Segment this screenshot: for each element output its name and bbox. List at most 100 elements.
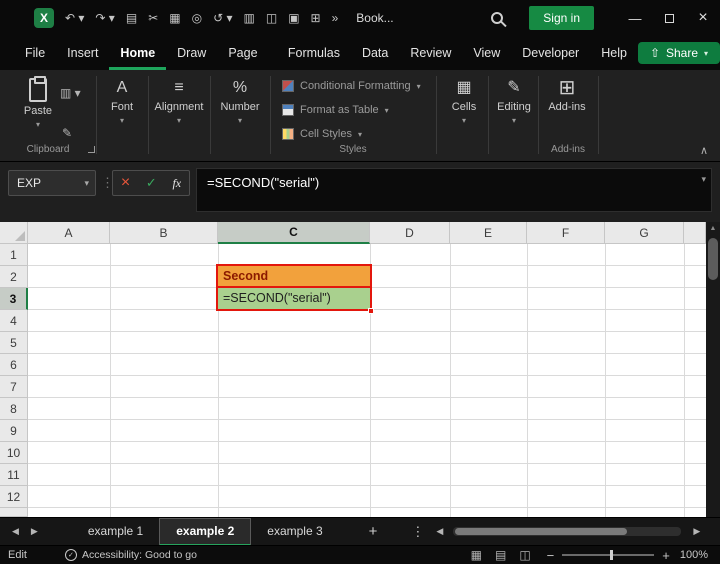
insert-function-button[interactable]: fx — [172, 176, 181, 191]
dialog-launcher-icon[interactable] — [88, 146, 95, 153]
row-header-9[interactable]: 9 — [0, 420, 28, 442]
row-header-6[interactable]: 6 — [0, 354, 28, 376]
format-as-table-button[interactable]: Format as Table ▾ — [282, 104, 389, 116]
tab-view[interactable]: View — [462, 36, 511, 70]
tab-data[interactable]: Data — [351, 36, 399, 70]
add-ins-button[interactable]: ⊞ Add-ins — [540, 78, 594, 113]
new-sheet-button[interactable]: + — [369, 523, 378, 540]
zoom-slider[interactable] — [562, 550, 655, 560]
enter-button[interactable]: ✓ — [146, 175, 157, 191]
conditional-formatting-icon — [282, 80, 294, 92]
horizontal-scrollbar-thumb[interactable] — [455, 528, 628, 535]
zoom-in-button[interactable]: + — [662, 548, 670, 563]
scroll-up-icon[interactable]: ▲ — [706, 225, 720, 232]
row-header-2[interactable]: 2 — [0, 266, 28, 288]
number-group-button[interactable]: % Number ▾ — [213, 78, 267, 125]
add-ins-label: Add-ins — [548, 101, 586, 113]
gridline — [605, 244, 606, 517]
row-header-11[interactable]: 11 — [0, 464, 28, 486]
page-break-view-icon[interactable]: ◫ — [519, 548, 530, 562]
chevron-down-icon: ▾ — [357, 129, 362, 139]
collapse-ribbon-button[interactable]: ∧ — [700, 144, 708, 157]
column-header-e[interactable]: E — [450, 222, 527, 244]
tab-review[interactable]: Review — [399, 36, 462, 70]
camera-icon[interactable]: ▣ — [288, 11, 299, 25]
hscroll-left-icon[interactable]: ◀ — [436, 526, 443, 537]
normal-view-icon[interactable]: ▦ — [471, 548, 482, 562]
history-icon[interactable]: ↺ ▾ — [213, 11, 232, 25]
format-painter-icon[interactable]: ✎ — [62, 126, 72, 140]
tab-page-layout[interactable]: Page Layout — [217, 36, 277, 94]
tab-insert[interactable]: Insert — [56, 36, 109, 70]
document-icon[interactable]: ▥ — [244, 11, 255, 25]
hscroll-right-icon[interactable]: ▶ — [693, 526, 700, 537]
paste-options-icon[interactable]: ▥ ▾ — [60, 86, 81, 100]
chart-icon[interactable]: ▦ — [169, 11, 180, 25]
horizontal-scrollbar[interactable] — [453, 527, 682, 536]
sheet-nav-left-icon[interactable]: ◀ — [12, 526, 19, 537]
minimize-button[interactable]: — — [618, 11, 652, 26]
font-group-button[interactable]: A Font ▾ — [95, 78, 149, 125]
cell-c3[interactable]: =SECOND("serial") — [218, 288, 370, 310]
sign-in-button[interactable]: Sign in — [529, 6, 594, 30]
table-icon[interactable]: ⊞ — [311, 11, 321, 25]
formula-input[interactable]: =SECOND("serial") — [196, 168, 712, 212]
alignment-group-button[interactable]: ≡ Alignment ▾ — [152, 78, 206, 125]
printer-icon[interactable]: ◫ — [266, 11, 277, 25]
column-header-b[interactable]: B — [110, 222, 218, 244]
more-commands-icon[interactable]: » — [332, 11, 339, 25]
tab-help[interactable]: Help — [590, 36, 638, 70]
sheet-nav-right-icon[interactable]: ▶ — [31, 526, 38, 537]
maximize-button[interactable] — [652, 11, 686, 26]
sheet-tab-example-1[interactable]: example 1 — [72, 518, 159, 546]
cells-group-button[interactable]: ▦ Cells ▾ — [437, 78, 491, 125]
select-all-button[interactable] — [0, 222, 28, 244]
vertical-scrollbar-thumb[interactable] — [708, 238, 718, 280]
vertical-scrollbar[interactable]: ▲ — [706, 222, 720, 517]
zoom-slider-thumb[interactable] — [610, 550, 614, 560]
row-header-10[interactable]: 10 — [0, 442, 28, 464]
fill-handle[interactable] — [368, 308, 374, 314]
column-header-g[interactable]: G — [605, 222, 684, 244]
row-header-3[interactable]: 3 — [0, 288, 28, 310]
row-header-7[interactable]: 7 — [0, 376, 28, 398]
row-header-partial — [0, 508, 28, 517]
column-header-f[interactable]: F — [527, 222, 605, 244]
page-layout-view-icon[interactable]: ▤ — [495, 548, 506, 562]
column-header-a[interactable]: A — [28, 222, 110, 244]
cut-icon[interactable]: ✂ — [148, 11, 158, 25]
column-header-c[interactable]: C — [218, 222, 370, 244]
tab-file[interactable]: File — [14, 36, 56, 70]
sheet-options-button[interactable]: ⋮ — [411, 524, 424, 540]
tab-developer[interactable]: Developer — [511, 36, 590, 70]
sheet-tab-example-2[interactable]: example 2 — [159, 517, 252, 546]
notebook-icon[interactable]: ▤ — [126, 11, 137, 25]
editing-group-button[interactable]: ✎ Editing ▾ — [487, 78, 541, 125]
row-header-1[interactable]: 1 — [0, 244, 28, 266]
accessibility-status[interactable]: Accessibility: Good to go — [82, 549, 197, 561]
redo-icon[interactable]: ↷ ▾ — [95, 11, 114, 25]
tab-draw[interactable]: Draw — [166, 36, 217, 70]
share-button[interactable]: ⇧ Share ▾ — [637, 42, 720, 64]
cancel-button[interactable]: × — [121, 175, 130, 191]
search-icon[interactable] — [491, 12, 504, 24]
close-button[interactable]: × — [686, 9, 720, 27]
cell-styles-button[interactable]: Cell Styles ▾ — [282, 128, 362, 140]
sheet-tab-example-3[interactable]: example 3 — [251, 518, 338, 546]
row-header-4[interactable]: 4 — [0, 310, 28, 332]
paste-button[interactable]: Paste ▾ — [16, 76, 60, 129]
conditional-formatting-button[interactable]: Conditional Formatting ▾ — [282, 80, 421, 92]
paint-icon[interactable]: ◎ — [192, 11, 202, 25]
undo-icon[interactable]: ↶ ▾ — [65, 11, 84, 25]
zoom-out-button[interactable]: − — [547, 548, 555, 563]
row-header-5[interactable]: 5 — [0, 332, 28, 354]
column-header-d[interactable]: D — [370, 222, 450, 244]
row-header-12[interactable]: 12 — [0, 486, 28, 508]
tab-formulas[interactable]: Formulas — [277, 36, 351, 70]
zoom-level[interactable]: 100% — [680, 549, 708, 561]
name-box[interactable]: EXP ▾ — [8, 170, 96, 196]
tab-home[interactable]: Home — [109, 36, 166, 70]
collapse-formula-bar-icon[interactable]: ▾ — [701, 174, 706, 185]
cell-c2[interactable]: Second — [218, 266, 370, 288]
row-header-8[interactable]: 8 — [0, 398, 28, 420]
